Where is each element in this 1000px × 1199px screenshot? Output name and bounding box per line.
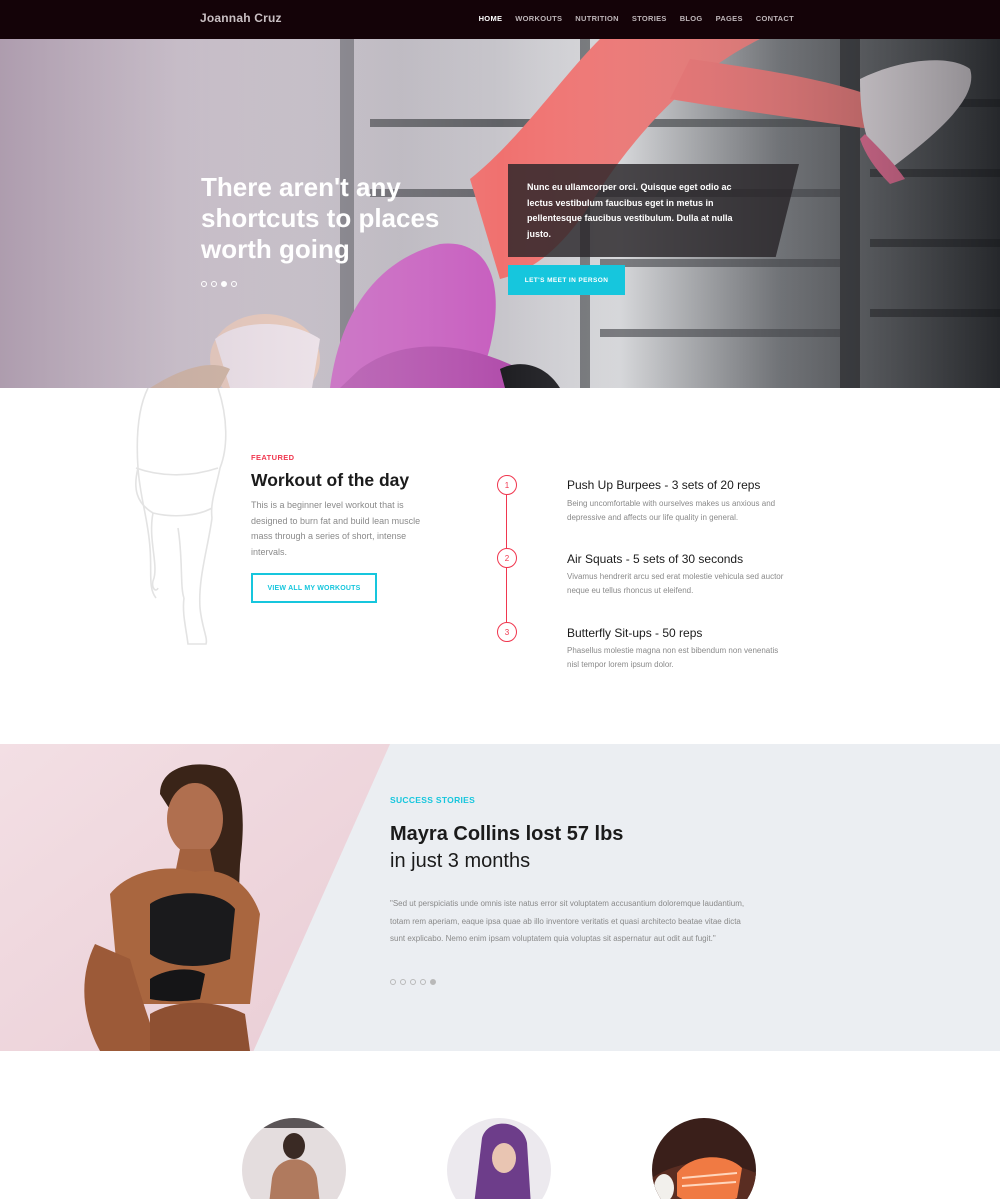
step-title-1: Push Up Burpees - 3 sets of 20 reps [567, 478, 761, 492]
main-menu: HOME WORKOUTS NUTRITION STORIES BLOG PAG… [479, 14, 794, 23]
hero-slide-dot[interactable] [211, 281, 217, 287]
step-number-3: 3 [497, 622, 517, 642]
success-story-subtitle: in just 3 months [390, 850, 531, 872]
success-slide-dot[interactable] [420, 979, 426, 985]
nav-home[interactable]: HOME [479, 14, 503, 23]
hero-caption-box: Nunc eu ullamcorper orci. Quisque eget o… [508, 164, 799, 257]
success-story-title: Mayra Collins lost 57 lbs [390, 823, 624, 845]
athlete-outline-illustration [135, 388, 227, 645]
hero-headline: There aren't any shortcuts to places wor… [201, 172, 440, 264]
hero-slider: There aren't any shortcuts to places wor… [0, 39, 1000, 388]
top-navbar: Joannah Cruz HOME WORKOUTS NUTRITION STO… [0, 0, 1000, 39]
view-all-workouts-button[interactable]: VIEW ALL MY WORKOUTS [251, 573, 377, 603]
success-slide-dot-active[interactable] [430, 979, 436, 985]
running-thumbnail[interactable] [447, 1118, 551, 1199]
sushi-image [652, 1118, 756, 1199]
success-slide-dot[interactable] [400, 979, 406, 985]
hero-slide-dot[interactable] [201, 281, 207, 287]
success-story-quote: "Sed ut perspiciatis unde omnis iste nat… [390, 899, 745, 943]
success-slide-dot[interactable] [410, 979, 416, 985]
hero-slide-dots [201, 281, 237, 287]
nav-contact[interactable]: CONTACT [756, 14, 794, 23]
step-desc-1: Being uncomfortable with ourselves makes… [567, 499, 776, 522]
hero-caption-text: Nunc eu ullamcorper orci. Quisque eget o… [527, 182, 733, 239]
success-stories-label: SUCCESS STORIES [390, 795, 476, 805]
step-number-1: 1 [497, 475, 517, 495]
step-number-2: 2 [497, 548, 517, 568]
site-brand[interactable]: Joannah Cruz [200, 11, 282, 25]
hero-slide-dot[interactable] [231, 281, 237, 287]
success-slide-dot[interactable] [390, 979, 396, 985]
step-desc-3: Phasellus molestie magna non est bibendu… [567, 646, 779, 669]
workout-description: This is a beginner level workout that is… [251, 500, 421, 557]
nav-blog[interactable]: BLOG [680, 14, 703, 23]
success-slide-dots [390, 979, 436, 985]
step-title-2: Air Squats - 5 sets of 30 seconds [567, 552, 744, 566]
meet-in-person-button[interactable]: LET'S MEET IN PERSON [508, 265, 625, 295]
featured-label: FEATURED [251, 453, 295, 462]
nutrition-thumbnail[interactable] [652, 1118, 756, 1199]
workout-of-day-title: Workout of the day [251, 470, 410, 490]
success-stories-section: SUCCESS STORIES Mayra Collins lost 57 lb… [0, 744, 1000, 1051]
hero-slide-dot-active[interactable] [221, 281, 227, 287]
step-desc-2: Vivamus hendrerit arcu sed erat molestie… [567, 572, 784, 595]
nav-workouts[interactable]: WORKOUTS [515, 14, 562, 23]
muscular-back-image [242, 1118, 346, 1199]
nav-pages[interactable]: PAGES [716, 14, 743, 23]
hooded-athlete-image [447, 1118, 551, 1199]
nav-stories[interactable]: STORIES [632, 14, 667, 23]
success-story-photo [0, 744, 390, 1051]
nav-nutrition[interactable]: NUTRITION [575, 14, 619, 23]
training-thumbnail[interactable] [242, 1118, 346, 1199]
step-title-3: Butterfly Sit-ups - 50 reps [567, 626, 703, 640]
